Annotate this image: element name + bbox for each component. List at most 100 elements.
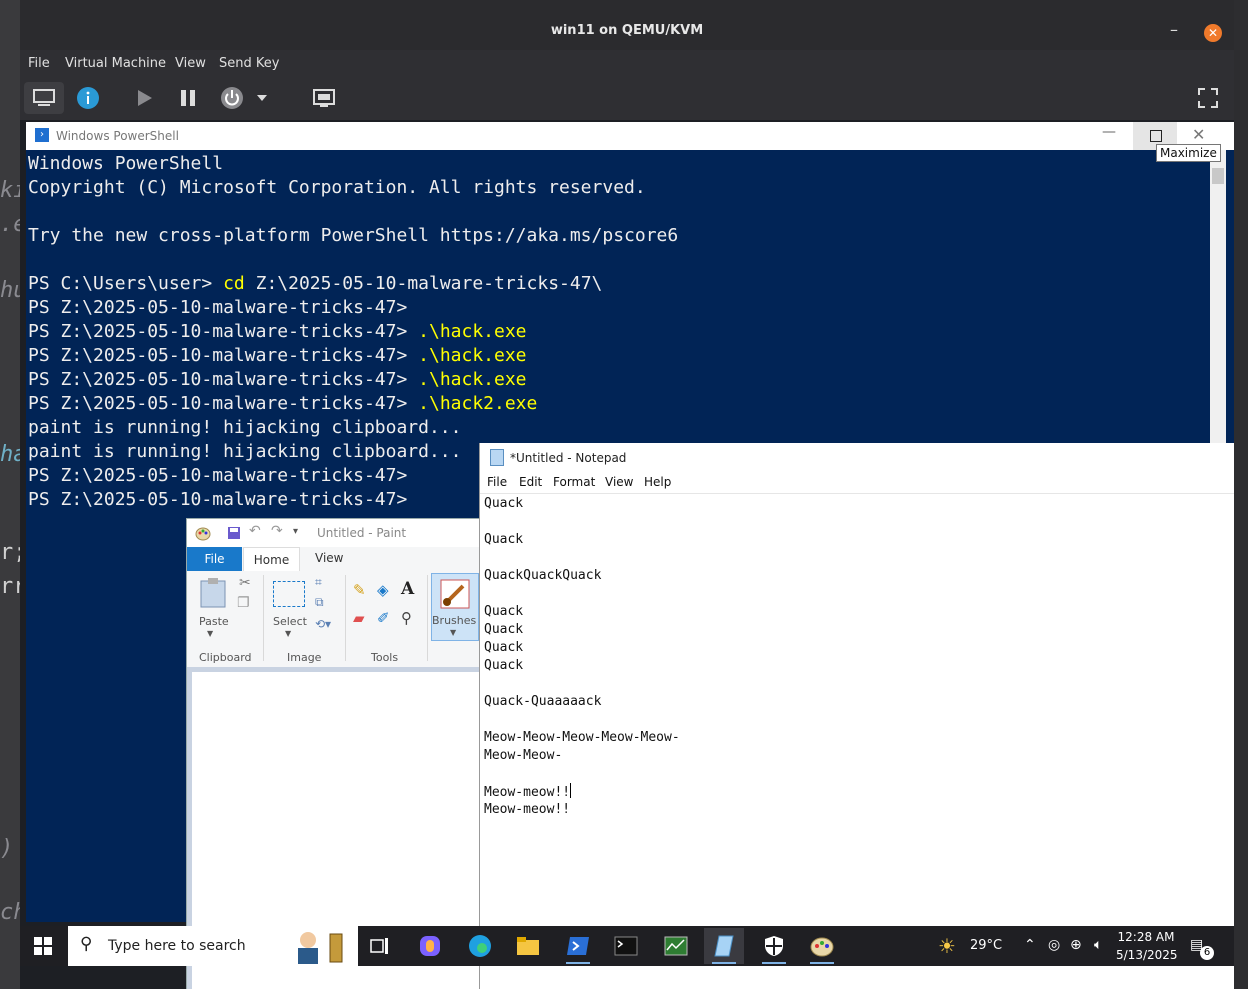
security-button[interactable] xyxy=(754,928,794,964)
maximize-icon xyxy=(1150,130,1162,142)
select-label[interactable]: Select xyxy=(273,615,307,628)
notepad-menu-view[interactable]: View xyxy=(605,475,633,489)
text-icon[interactable]: A xyxy=(401,579,414,599)
powershell-close-button[interactable]: ✕ xyxy=(1192,125,1205,144)
powershell-minimize-button[interactable]: — xyxy=(1102,124,1116,140)
paint-title: Untitled - Paint xyxy=(317,526,407,540)
magnifier-icon[interactable]: ⚲ xyxy=(401,609,412,627)
paste-label[interactable]: Paste xyxy=(199,615,229,628)
resize-icon[interactable]: ⧉ xyxy=(315,595,324,610)
show-hidden-icons-chevron-up-icon[interactable]: ⌃ xyxy=(1024,937,1036,953)
notepad-line xyxy=(484,513,1224,531)
console-text: PS Z:\2025-05-10-malware-tricks-47> xyxy=(28,345,419,366)
edge-button[interactable] xyxy=(460,928,500,964)
terminal-button[interactable] xyxy=(606,928,646,964)
vm-close-button[interactable]: ✕ xyxy=(1204,24,1222,42)
console-line: Copyright (C) Microsoft Corporation. All… xyxy=(28,176,1208,200)
notepad-menu-help[interactable]: Help xyxy=(644,475,671,489)
scrollbar-thumb[interactable] xyxy=(1212,168,1224,184)
select-icon[interactable] xyxy=(273,581,305,607)
save-icon[interactable] xyxy=(227,526,241,540)
play-icon xyxy=(138,90,152,106)
brushes-button[interactable]: Brushes ▼ xyxy=(431,573,479,641)
paint-window[interactable]: ↶ ↷ ▾ Untitled - Paint File Home View Pa… xyxy=(186,518,488,989)
guest-screen[interactable]: › Windows PowerShell — ✕ Windows PowerSh… xyxy=(20,120,1234,989)
undo-icon[interactable]: ↶ xyxy=(249,523,261,539)
crop-icon[interactable]: ⌗ xyxy=(315,575,322,590)
paint-app-icon xyxy=(195,527,211,541)
console-line: Try the new cross-platform PowerShell ht… xyxy=(28,224,1208,248)
paint-tab-view[interactable]: View xyxy=(315,551,343,565)
details-view-button[interactable] xyxy=(68,82,108,114)
clock-time[interactable]: 12:28 AM xyxy=(1116,930,1176,944)
snapshot-button[interactable] xyxy=(304,82,344,114)
notepad-titlebar[interactable]: *Untitled - Notepad xyxy=(480,443,1234,471)
file-explorer-button[interactable] xyxy=(508,928,548,964)
notepad-line-text: Quack-Quaaaaack xyxy=(484,694,602,709)
weather-icon[interactable]: ☀ xyxy=(938,934,956,958)
color-picker-icon[interactable]: ✐ xyxy=(377,609,390,627)
weather-temperature[interactable]: 29°C xyxy=(970,938,1002,953)
volume-icon[interactable]: 🔈︎ xyxy=(1094,937,1102,953)
powershell-title: Windows PowerShell xyxy=(56,129,179,143)
console-view-button[interactable] xyxy=(24,82,64,114)
vm-menu-view[interactable]: View xyxy=(175,56,206,71)
powershell-taskbar-button[interactable] xyxy=(558,928,598,964)
paint-tab-home[interactable]: Home xyxy=(243,547,300,572)
powershell-titlebar[interactable]: › Windows PowerShell — ✕ xyxy=(26,122,1234,150)
eraser-icon[interactable]: ▰ xyxy=(353,609,365,627)
redo-icon[interactable]: ↷ xyxy=(271,523,283,539)
notepad-menu-file[interactable]: File xyxy=(487,475,507,489)
start-button[interactable] xyxy=(20,926,66,966)
rotate-icon[interactable]: ⟲▾ xyxy=(315,617,331,631)
meet-icon[interactable]: ◎ xyxy=(1048,937,1060,953)
screens-icon xyxy=(313,89,335,107)
network-globe-icon[interactable]: ⊕ xyxy=(1070,937,1082,953)
select-dropdown-icon[interactable]: ▼ xyxy=(285,629,291,638)
notepad-line-text: Meow-meow!! xyxy=(484,785,571,800)
vm-minimize-button[interactable]: – xyxy=(1170,20,1178,39)
cut-icon[interactable]: ✂ xyxy=(239,575,251,591)
paint-titlebar[interactable]: ↶ ↷ ▾ Untitled - Paint xyxy=(187,519,487,547)
quick-access-dropdown-icon[interactable]: ▾ xyxy=(293,526,298,537)
fill-icon[interactable]: ◈ xyxy=(377,581,389,599)
notepad-line: Quack xyxy=(484,603,1224,621)
paint-ribbon: Paste ▼ ✂ ❐ Clipboard Select ▼ ⌗ ⧉ ⟲▾ Im… xyxy=(187,571,487,668)
console-line: PS C:\Users\user> cd Z:\2025-05-10-malwa… xyxy=(28,272,1208,296)
task-view-button[interactable] xyxy=(360,928,400,964)
powershell-icon xyxy=(567,937,589,955)
pause-button[interactable] xyxy=(168,82,208,114)
notepad-line: Quack xyxy=(484,639,1224,657)
notepad-window[interactable]: *Untitled - Notepad File Edit Format Vie… xyxy=(479,443,1234,989)
console-text: Windows PowerShell xyxy=(28,153,224,174)
paste-dropdown-icon[interactable]: ▼ xyxy=(207,629,213,638)
notepad-text-area[interactable]: Quack Quack QuackQuackQuack Quack Quack Quack… xyxy=(484,495,1224,819)
notepad-line: Meow-Meow-Meow-Meow-Meow- xyxy=(484,729,1224,747)
task-manager-button[interactable] xyxy=(656,928,696,964)
power-icon xyxy=(221,87,243,109)
console-text: PS Z:\2025-05-10-malware-tricks-47> xyxy=(28,297,408,318)
fullscreen-button[interactable] xyxy=(1188,82,1228,114)
active-indicator xyxy=(712,962,736,964)
notepad-menu-edit[interactable]: Edit xyxy=(519,475,542,489)
vm-menu-file[interactable]: File xyxy=(28,56,50,71)
shutdown-button[interactable] xyxy=(212,82,252,114)
copilot-button[interactable] xyxy=(410,928,450,964)
text-caret xyxy=(570,783,572,798)
shutdown-menu-button[interactable] xyxy=(252,82,272,114)
vm-menu-send-key[interactable]: Send Key xyxy=(219,56,279,71)
notification-count-badge: 6 xyxy=(1200,946,1214,960)
vm-menu-virtual-machine[interactable]: Virtual Machine xyxy=(65,56,166,71)
run-button[interactable] xyxy=(124,82,164,114)
pencil-icon[interactable]: ✎ xyxy=(353,581,366,599)
notepad-taskbar-button[interactable] xyxy=(704,928,744,964)
paste-icon[interactable] xyxy=(199,577,227,609)
notepad-line: Quack xyxy=(484,657,1224,675)
paint-tab-file[interactable]: File xyxy=(187,547,242,571)
notepad-menu-format[interactable]: Format xyxy=(553,475,595,489)
notepad-line xyxy=(484,549,1224,567)
taskbar-search-box[interactable]: ⚲ Type here to search xyxy=(68,926,358,966)
clock-date[interactable]: 5/13/2025 xyxy=(1116,948,1178,962)
paint-taskbar-button[interactable] xyxy=(802,928,842,964)
copy-icon[interactable]: ❐ xyxy=(237,595,250,611)
